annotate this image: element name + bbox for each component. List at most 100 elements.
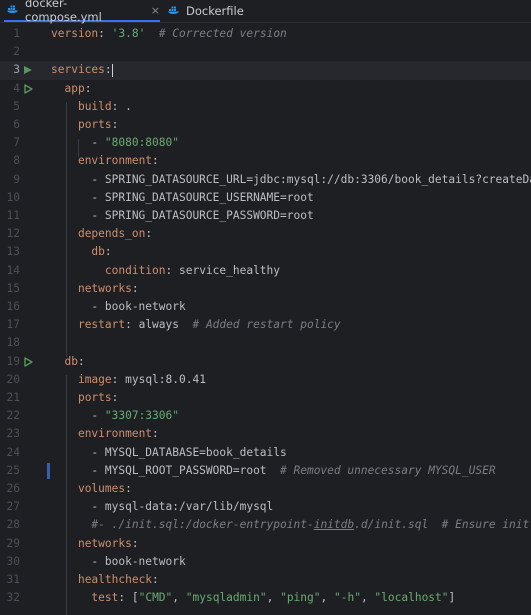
run-icon[interactable] <box>24 83 33 94</box>
tab-label: docker-compose.yml <box>25 0 102 24</box>
yaml-key: ports <box>77 118 112 131</box>
yaml-key: db <box>64 354 78 368</box>
run-icon[interactable] <box>24 356 33 367</box>
code-line[interactable]: 15 networks: <box>0 280 531 298</box>
code-line[interactable]: 31 healthcheck: <box>0 571 531 589</box>
plain-text: : mysql:8.0.41 <box>111 372 206 386</box>
code-text: - book-network <box>51 298 186 316</box>
yaml-key: version <box>51 27 99 40</box>
code-text: - MYSQL_ROOT_PASSWORD=root # Removed unn… <box>51 462 496 480</box>
tab-docker-compose[interactable]: docker-compose.yml × <box>4 0 160 24</box>
yaml-key: networks <box>77 281 132 295</box>
plain-text: - book-network <box>51 300 186 313</box>
code-line[interactable]: 5 build: . <box>0 98 531 116</box>
tab-dockerfile[interactable]: Dockerfile <box>168 0 244 22</box>
comment: # Added restart policy <box>192 318 341 332</box>
line-number: 20 <box>6 372 20 386</box>
plain-text <box>51 591 91 604</box>
code-line[interactable]: 23 environment: <box>0 425 531 443</box>
plain-text: - MYSQL_DATABASE=book_details <box>51 445 287 459</box>
comment: initdb <box>313 518 355 532</box>
plain-text: : <box>152 154 159 168</box>
code-line[interactable]: 4 app: <box>0 80 531 98</box>
code-text: ports: <box>51 389 118 407</box>
code-text: image: mysql:8.0.41 <box>51 371 206 389</box>
change-marker[interactable] <box>47 462 50 479</box>
code-line[interactable]: 3 services: <box>0 61 531 80</box>
comment: #- ./init.sql:/docker-entrypoint- <box>91 518 314 532</box>
code-line[interactable]: 25 - MYSQL_ROOT_PASSWORD=root # Removed … <box>0 462 531 480</box>
plain-text <box>51 118 78 131</box>
code-line[interactable]: 9 - SPRING_DATASOURCE_URL=jdbc:mysql://d… <box>0 171 531 189</box>
line-number: 7 <box>13 136 20 150</box>
yaml-key: test <box>91 591 119 605</box>
code-line[interactable]: 13 db: <box>0 243 531 261</box>
code-line[interactable]: 28 #- ./init.sql:/docker-entrypoint-init… <box>0 516 531 534</box>
code-text: db: <box>51 243 111 261</box>
line-number: 3 <box>13 63 20 77</box>
plain-text: : <box>131 536 139 550</box>
code-line[interactable]: 14 condition: service_healthy <box>0 262 531 280</box>
comment: # Removed unnecessary MYSQL_USER <box>280 463 496 477</box>
plain-text: : <box>84 81 92 95</box>
plain-text <box>51 264 105 277</box>
code-line[interactable]: 11 - SPRING_DATASOURCE_PASSWORD=root <box>0 207 531 225</box>
plain-text <box>51 427 78 440</box>
code-line[interactable]: 22 - "3307:3306" <box>0 407 531 425</box>
code-text: healthcheck: <box>51 571 159 589</box>
plain-text <box>51 282 78 295</box>
code-line[interactable]: 2 <box>0 43 531 61</box>
plain-text <box>51 355 64 368</box>
code-line[interactable]: 20 image: mysql:8.0.41 <box>0 371 531 389</box>
code-line[interactable]: 29 networks: <box>0 535 531 553</box>
plain-text: ] <box>448 591 456 605</box>
plain-text <box>51 318 78 331</box>
code-text: build: . <box>51 98 132 116</box>
code-line[interactable]: 12 depends_on: <box>0 225 531 243</box>
string-literal: "mysqladmin" <box>185 591 267 605</box>
plain-text: : [ <box>118 591 139 605</box>
tab-label: Dockerfile <box>186 4 244 18</box>
code-line[interactable]: 6 ports: <box>0 116 531 134</box>
code-line[interactable]: 27 - mysql-data:/var/lib/mysql <box>0 498 531 516</box>
line-number: 6 <box>13 118 20 131</box>
code-line[interactable]: 26 volumes: <box>0 480 531 498</box>
plain-text: : <box>111 118 119 131</box>
plain-text: - MYSQL_ROOT_PASSWORD=root <box>51 463 281 477</box>
plain-text <box>51 154 78 167</box>
run-icon[interactable] <box>24 66 32 75</box>
line-number: 28 <box>6 518 20 532</box>
plain-text: : <box>152 573 159 586</box>
code-text: version: '3.8' # Corrected version <box>51 25 287 43</box>
code-text: - "3307:3306" <box>51 407 179 425</box>
plain-text: : service_healthy <box>165 263 281 277</box>
code-editor[interactable]: 1 version: '3.8' # Corrected version 2 3 ser… <box>0 24 531 615</box>
code-line[interactable]: 19 db: <box>0 353 531 371</box>
code-line[interactable]: 7 - "8080:8080" <box>0 134 531 152</box>
close-icon[interactable]: × <box>151 4 160 17</box>
code-text: - MYSQL_DATABASE=book_details <box>51 444 287 462</box>
code-line[interactable]: 8 environment: <box>0 152 531 170</box>
line-number: 27 <box>6 500 20 514</box>
line-number: 31 <box>6 573 20 586</box>
yaml-key: environment <box>77 427 153 441</box>
code-line[interactable]: 18 <box>0 334 531 352</box>
yaml-key: services <box>51 63 105 77</box>
line-number: 23 <box>6 427 20 441</box>
code-line[interactable]: 21 ports: <box>0 389 531 407</box>
code-line[interactable]: 24 - MYSQL_DATABASE=book_details <box>0 444 531 462</box>
plain-text <box>51 373 78 386</box>
plain-text <box>51 518 91 531</box>
code-line[interactable]: 32 test: ["CMD", "mysqladmin", "ping", "… <box>0 589 531 607</box>
code-line[interactable]: 1 version: '3.8' # Corrected version <box>0 25 531 43</box>
yaml-key: healthcheck <box>77 573 153 586</box>
line-number: 14 <box>6 263 20 277</box>
code-line[interactable]: 16 - book-network <box>0 298 531 316</box>
plain-text: : <box>111 391 119 404</box>
yaml-key: image <box>77 372 112 386</box>
code-line[interactable]: 30 - book-network <box>0 553 531 571</box>
code-line[interactable]: 17 restart: always # Added restart polic… <box>0 316 531 334</box>
code-line[interactable]: 10 - SPRING_DATASOURCE_USERNAME=root <box>0 189 531 207</box>
text-caret <box>111 63 113 77</box>
line-number: 9 <box>13 172 20 186</box>
